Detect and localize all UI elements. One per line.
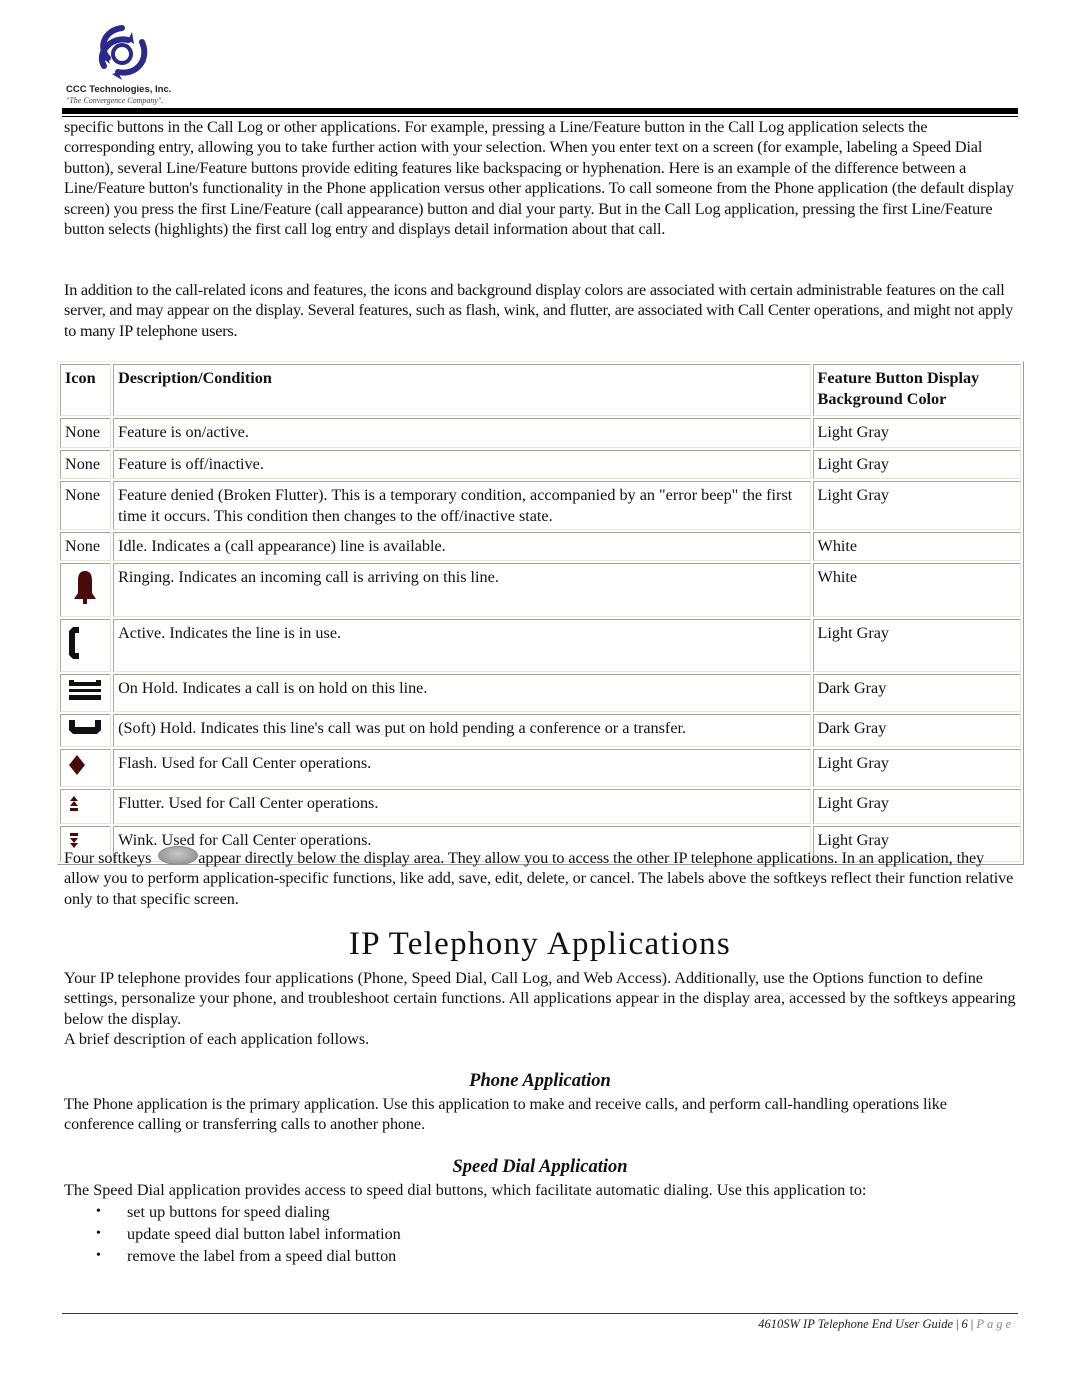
flutter-arrows-icon [70, 795, 78, 811]
description-cell: Feature is off/inactive. [113, 450, 811, 479]
header-background-color: Feature Button Display Background Color [812, 364, 1021, 416]
company-name: CCC Technologies, Inc. [66, 84, 172, 95]
header-description: Description/Condition [113, 364, 811, 416]
bell-icon [74, 571, 96, 604]
icon-cell [60, 674, 112, 712]
icon-cell [60, 749, 112, 787]
icon-cell: None [60, 481, 112, 530]
speed-dial-application-heading: Speed Dial Application [452, 1157, 628, 1177]
softkeys-text-after: appear directly below the display area. … [64, 849, 1014, 908]
softkeys-paragraph: Four softkeys appear directly below the … [64, 846, 1019, 909]
header-icon: Icon [60, 364, 112, 416]
table-row: (Soft) Hold. Indicates this line's call … [60, 713, 1021, 747]
description-cell: Ringing. Indicates an incoming call is a… [113, 563, 811, 617]
description-cell: Feature is on/active. [113, 418, 811, 448]
color-cell: Light Gray [812, 749, 1021, 787]
icon-cell [60, 563, 112, 617]
company-logo: CCC Technologies, Inc. "The Convergence … [62, 22, 192, 107]
description-cell: On Hold. Indicates a call is on hold on … [113, 674, 811, 712]
color-cell: White [812, 532, 1021, 561]
page-footer: 4610SW IP Telephone End User Guide | 6 | Pag… [758, 1317, 1014, 1332]
table-row: None Feature denied (Broken Flutter). Th… [60, 481, 1021, 530]
table-row: Ringing. Indicates an incoming call is a… [60, 563, 1021, 617]
description-cell: Flutter. Used for Call Center operations… [113, 788, 811, 824]
color-cell: Light Gray [812, 418, 1021, 448]
phone-application-text: The Phone application is the primary app… [64, 1095, 947, 1134]
handset-hold-icon [69, 680, 101, 700]
table-row: Flutter. Used for Call Center operations… [60, 788, 1021, 824]
icon-cell [60, 618, 112, 672]
footer-separator: | [970, 1317, 974, 1331]
softkey-icon [158, 846, 199, 865]
company-tagline: "The Convergence Company". [66, 96, 164, 105]
color-cell: Dark Gray [812, 713, 1021, 747]
intro-paragraph-2: In addition to the call-related icons an… [64, 281, 1014, 340]
section-title: IP Telephony Applications [348, 926, 732, 962]
softkeys-text-before: Four softkeys [64, 849, 156, 867]
intro-paragraph-1: specific buttons in the Call Log or othe… [64, 118, 1014, 239]
color-cell: Light Gray [812, 481, 1021, 530]
diamond-flash-icon [69, 755, 85, 775]
section-intro-text: Your IP telephone provides four applicat… [64, 969, 1016, 1028]
phone-application-heading: Phone Application [469, 1071, 611, 1091]
table-row: Active. Indicates the line is in use. Li… [60, 618, 1021, 672]
list-item: update speed dial button label informati… [96, 1223, 401, 1245]
icon-cell: None [60, 450, 112, 479]
footer-rule [62, 1313, 1018, 1314]
icon-cell: None [60, 532, 112, 561]
color-cell: Light Gray [812, 788, 1021, 824]
table-row: On Hold. Indicates a call is on hold on … [60, 674, 1021, 712]
header-rule [62, 108, 1018, 114]
color-cell: Light Gray [812, 618, 1021, 672]
icon-cell [60, 788, 112, 824]
handset-active-icon [69, 626, 79, 659]
table-row: None Feature is off/inactive. Light Gray [60, 450, 1021, 479]
table-row: Flash. Used for Call Center operations. … [60, 749, 1021, 787]
color-cell: White [812, 563, 1021, 617]
footer-page-word: Page [976, 1317, 1014, 1331]
color-cell: Dark Gray [812, 674, 1021, 712]
color-cell: Light Gray [812, 450, 1021, 479]
table-header-row: Icon Description/Condition Feature Butto… [60, 364, 1021, 416]
description-cell: Flash. Used for Call Center operations. [113, 749, 811, 787]
speed-dial-bullet-list: set up buttons for speed dialing update … [96, 1201, 401, 1267]
table-row: None Idle. Indicates a (call appearance)… [60, 532, 1021, 561]
description-cell: Active. Indicates the line is in use. [113, 618, 811, 672]
footer-doc-title: 4610SW IP Telephone End User Guide [758, 1317, 954, 1331]
description-cell: Idle. Indicates a (call appearance) line… [113, 532, 811, 561]
section-intro-text-2: A brief description of each application … [64, 1030, 370, 1049]
footer-page-number: 6 [961, 1317, 968, 1331]
ccc-swirl-logo-icon [99, 25, 148, 80]
list-item: set up buttons for speed dialing [96, 1201, 401, 1223]
icon-cell [60, 713, 112, 747]
description-cell: (Soft) Hold. Indicates this line's call … [113, 713, 811, 747]
table-row: None Feature is on/active. Light Gray [60, 418, 1021, 448]
section-intro: Your IP telephone provides four applicat… [64, 968, 1019, 1050]
handset-soft-hold-icon [69, 719, 101, 734]
speed-dial-application-text: The Speed Dial application provides acce… [64, 1181, 867, 1199]
feature-icon-table: Icon Description/Condition Feature Butto… [57, 361, 1024, 865]
description-cell: Feature denied (Broken Flutter). This is… [113, 481, 811, 530]
icon-cell: None [60, 418, 112, 448]
list-item: remove the label from a speed dial butto… [96, 1245, 401, 1267]
footer-separator: | [956, 1317, 959, 1331]
